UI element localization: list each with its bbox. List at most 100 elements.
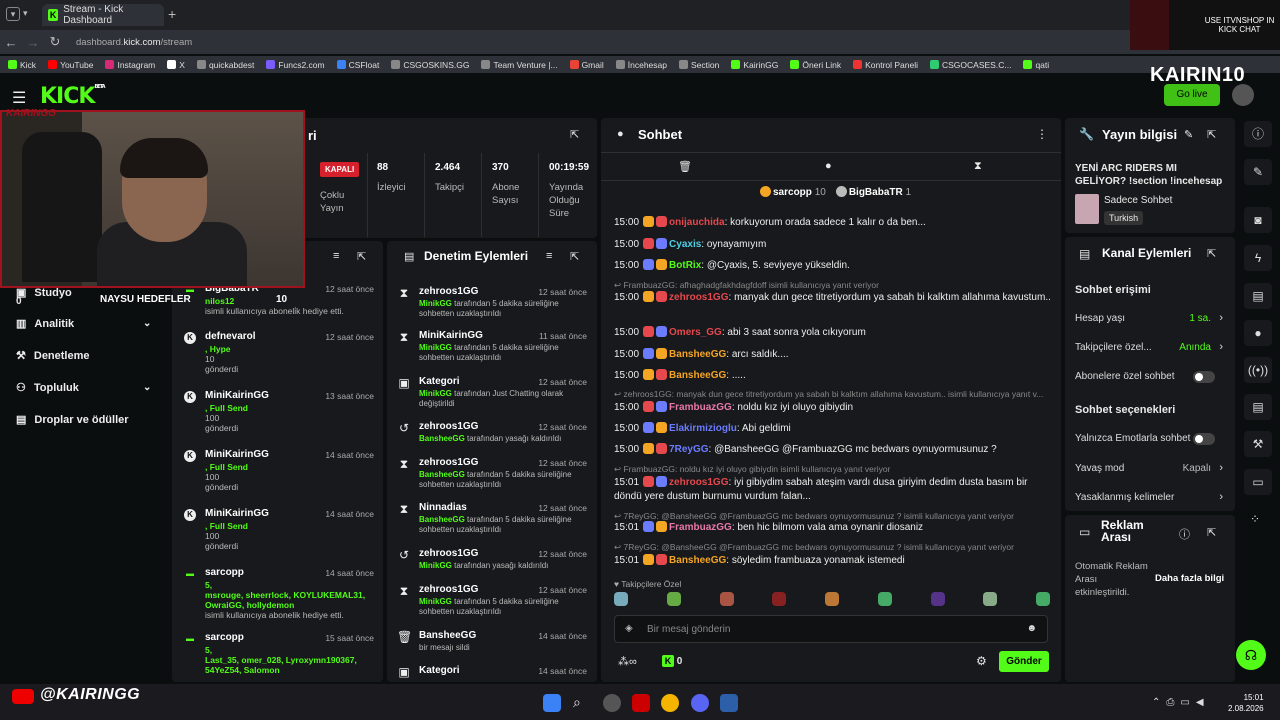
emote-icon[interactable] [772, 592, 787, 606]
edit-pencil-icon[interactable]: ✎ [1244, 159, 1272, 185]
send-button[interactable]: Gönder [999, 651, 1049, 672]
sidebar-item-community[interactable]: ⚇ Topluluk ⌄ [16, 381, 156, 395]
chat-message[interactable]: 15:00 Omers_GG: abi 3 saat sonra yola cık… [614, 326, 1052, 340]
chat-message[interactable]: 15:00 zehroos1GG: manyak dun gece titreti… [614, 291, 1052, 305]
channel-action-row[interactable]: Hesap yaşı 1 sa. › [1075, 312, 1225, 326]
bookmark-item[interactable]: qati [1023, 60, 1049, 70]
moderation-item[interactable]: ⧗ zehroos1GG 12 saat önce MinikGG tarafında… [397, 584, 593, 622]
browser-menu-icon[interactable]: ▾ [6, 7, 20, 21]
chat-username[interactable]: BansheeGG [669, 370, 726, 381]
popout-icon[interactable]: ⇱ [1207, 526, 1216, 539]
hourglass-icon[interactable]: ⧗ [974, 160, 982, 173]
bookmark-item[interactable]: CSGOCASES.C... [930, 60, 1011, 70]
channel-action-row[interactable]: Takipçilere özel... Anında › [1075, 341, 1225, 355]
chat-username[interactable]: FrambuazGG [669, 402, 732, 413]
channel-action-row[interactable]: Yalnızca Emotlarla sohbet [1075, 432, 1225, 446]
discord-icon[interactable] [691, 694, 709, 712]
emote-icon[interactable] [930, 592, 945, 606]
go-live-button[interactable]: Go live [1164, 84, 1220, 106]
camera-icon[interactable]: ◙ [1244, 207, 1272, 233]
bookmark-item[interactable]: Gmail [569, 60, 604, 70]
info-icon[interactable]: ⓘ [1244, 121, 1272, 147]
more-info-link[interactable]: Daha fazla bilgi [1155, 573, 1224, 584]
tab-list-icon[interactable]: ▾ [23, 8, 28, 19]
hamburger-menu-icon[interactable]: ☰ [12, 88, 26, 108]
bookmark-item[interactable]: Instagram [105, 60, 155, 70]
chat-message[interactable]: 15:00 onijauchida: korkuyorum orada sadec… [614, 216, 1052, 230]
chat-username[interactable]: zehroos1GG [669, 292, 728, 303]
reload-icon[interactable]: ↻ [44, 34, 66, 50]
more-options-icon[interactable]: ⋮ [1036, 127, 1048, 141]
bookmark-item[interactable]: CSFloat [336, 60, 379, 70]
chat-username[interactable]: FrambuazGG [669, 522, 732, 533]
moderation-item[interactable]: ▣ Kategori 12 saat önce MinikGG tarafından … [397, 376, 593, 414]
chat-username[interactable]: Omers_GG [669, 327, 722, 338]
activity-item[interactable]: ▬ sarcopp 14 saat önce 5, msrouge, sheerrloc… [184, 567, 380, 620]
chat-message[interactable]: 15:01 zehroos1GG: iyi gibiydim sabah ateş… [614, 476, 1052, 504]
moderation-item[interactable]: ⧗ zehroos1GG 12 saat önce MinikGG tarafında… [397, 286, 593, 324]
toggle-switch[interactable] [1193, 433, 1215, 445]
broadcast-icon[interactable]: ((•)) [1244, 357, 1272, 383]
points-icon[interactable]: ⁂∞ [618, 655, 637, 668]
moderation-item[interactable]: ↺ zehroos1GG 12 saat önce MinikGG tarafında… [397, 548, 593, 586]
bookmark-item[interactable]: Section [679, 60, 719, 70]
chat-username[interactable]: zehroos1GG [669, 477, 728, 488]
chat-message[interactable]: 15:01 BansheeGG: söyledim frambuaza yonam… [614, 554, 1052, 568]
activity-item[interactable]: K MiniKairinGG 14 saat önce , Full Send 100 g… [184, 508, 380, 560]
bookmark-item[interactable]: KairinGG [731, 60, 778, 70]
windows-start-icon[interactable] [543, 694, 561, 712]
emote-icon[interactable] [1036, 592, 1050, 606]
edit-pencil-icon[interactable]: ✎ [1184, 128, 1193, 141]
popout-icon[interactable]: ⇱ [570, 128, 579, 141]
vivaldi-icon[interactable] [632, 694, 650, 712]
chrome-icon[interactable] [661, 694, 679, 712]
new-tab-button[interactable]: + [168, 6, 176, 22]
chat-username[interactable]: BansheeGG [669, 555, 726, 566]
chat-username[interactable]: onijauchida [669, 217, 725, 228]
chat-username[interactable]: 7ReyGG [669, 444, 708, 455]
search-icon[interactable]: ⌕ [573, 694, 581, 711]
bookmark-item[interactable]: Team Venture |... [481, 60, 558, 70]
kick-logo[interactable]: KICKBETA [40, 84, 106, 109]
moderation-item[interactable]: ⧗ MiniKairinGG 11 saat önce MinikGG tarafın… [397, 330, 593, 368]
chat-message[interactable]: 15:00 Elakirmizioglu: Abi geldimi [614, 422, 1052, 436]
chat-username[interactable]: BotRix [669, 260, 701, 271]
activity-item[interactable]: Kdefnevarol 12 saat önce , Hype 10 gönderdi [184, 331, 380, 383]
filter-icon[interactable]: ≡ [546, 250, 552, 262]
system-clock[interactable]: 15:01 2.08.2026 [1228, 692, 1264, 714]
help-support-icon[interactable]: ☊ [1236, 640, 1266, 670]
chat-message[interactable]: 15:00 BansheeGG: ..... [614, 369, 1052, 383]
channel-action-row[interactable]: Abonelere özel sohbet [1075, 370, 1225, 384]
popout-icon[interactable]: ⇱ [570, 250, 579, 263]
emote-icon[interactable] [825, 592, 839, 606]
wrench-icon[interactable]: ⚒ [1244, 431, 1272, 457]
chat-username[interactable]: Elakirmizioglu [669, 423, 737, 434]
emote-icon[interactable] [877, 592, 892, 606]
activity-item[interactable]: K MiniKairinGG 14 saat önce , Full Send 100 g… [184, 449, 380, 501]
forward-icon[interactable]: → [22, 35, 44, 50]
chat-message[interactable]: 15:00 FrambuazGG: noldu kız iyi oluyo gib… [614, 401, 1052, 415]
chat-message[interactable]: 15:00 BansheeGG: arcı saldık.... [614, 348, 1052, 362]
info-icon[interactable]: ⓘ [1179, 526, 1190, 542]
top-user[interactable]: sarcopp 10 [760, 186, 826, 198]
activity-item[interactable]: ▬ sarcopp 15 saat önce 5, Last_35, omer_028,… [184, 632, 380, 684]
channel-action-row[interactable]: Yavaş mod Kapalı › [1075, 462, 1225, 476]
bookmark-item[interactable]: CSGOSKINS.GG [391, 60, 469, 70]
chat-username[interactable]: BansheeGG [669, 349, 726, 360]
chat-message[interactable]: 15:00 7ReyGG: @BansheeGG @FrambuazGG mc b… [614, 443, 1052, 457]
sidebar-item-analytics[interactable]: ▥ Analitik ⌄ [16, 317, 156, 331]
browser-tab-active[interactable]: K Stream - Kick Dashboard [42, 4, 164, 26]
bookmark-item[interactable]: Kontrol Paneli [853, 60, 918, 70]
popout-icon[interactable]: ⇱ [357, 250, 366, 263]
more-apps-icon[interactable]: ⁘ [1250, 512, 1260, 526]
popout-icon[interactable]: ⇱ [1207, 247, 1216, 260]
settings-gear-icon[interactable]: ⚙ [976, 654, 987, 668]
bookmark-item[interactable]: quickabdest [196, 60, 254, 70]
bookmark-item[interactable]: Funcs2.com [266, 60, 325, 70]
moderation-item[interactable]: 🗑 BansheeGG 14 saat önce bir mesajı sildi [397, 630, 593, 668]
url-field[interactable]: dashboard.kick.com/stream [76, 37, 192, 48]
bookmark-item[interactable]: Öneri Link [790, 60, 841, 70]
emote-icon[interactable] [614, 592, 628, 606]
toggle-switch[interactable] [1193, 371, 1215, 383]
bookmark-item[interactable]: İncehesap [615, 60, 667, 70]
